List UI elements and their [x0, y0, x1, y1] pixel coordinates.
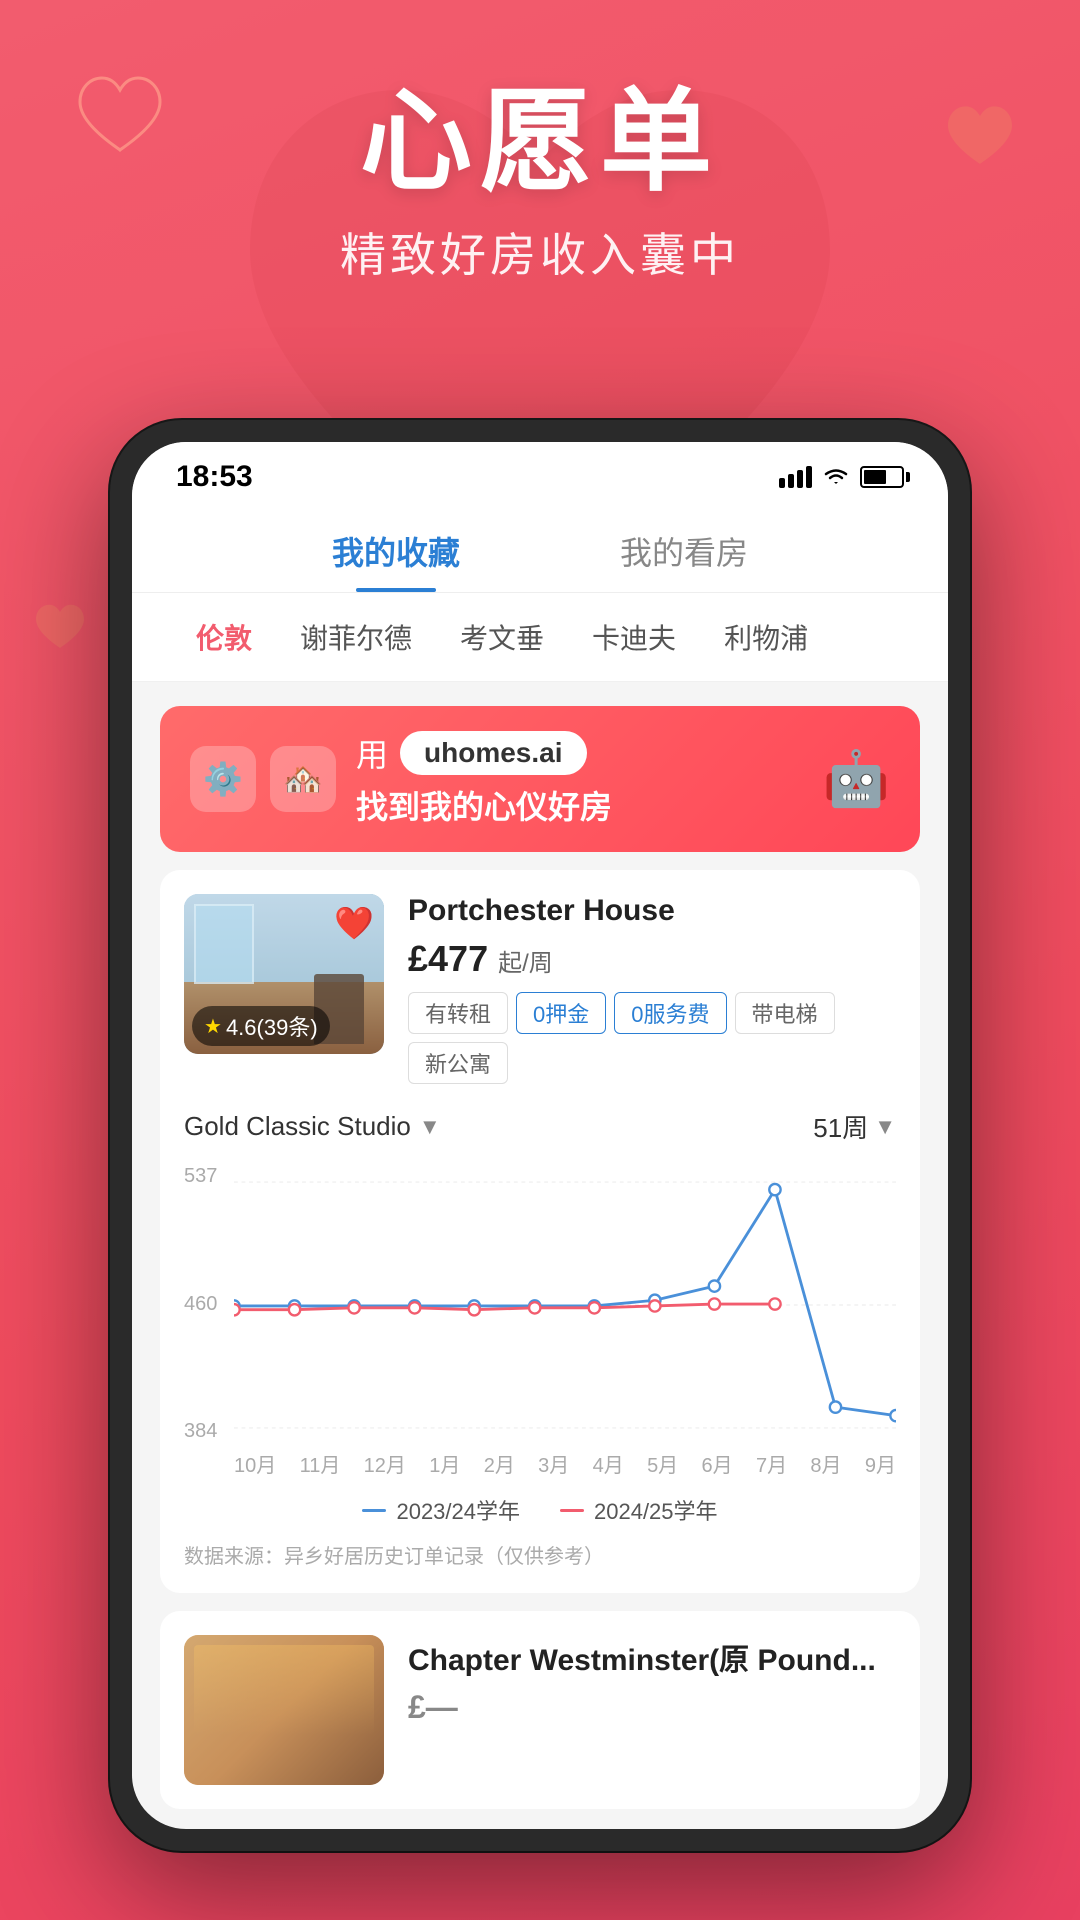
- property-card-2[interactable]: Chapter Westminster(原 Pound... £—: [160, 1611, 920, 1809]
- property-card-1[interactable]: ❤️ ★ 4.6(39条) Portchester House £477 起/周: [160, 870, 920, 1593]
- x-label-2: 12月: [364, 1449, 406, 1478]
- tag-deposit: 0押金: [516, 992, 606, 1034]
- property-info-2: Chapter Westminster(原 Pound... £—: [408, 1635, 896, 1785]
- city-liverpool[interactable]: 利物浦: [700, 611, 832, 663]
- tag-fee: 0服务费: [614, 992, 726, 1034]
- x-label-1: 11月: [300, 1449, 341, 1478]
- status-icons: [779, 466, 904, 488]
- legend-2425: 2024/25学年: [560, 1494, 718, 1526]
- banner-robot-icon: 🤖: [823, 748, 890, 811]
- selector-down-arrow: ▼: [419, 1114, 441, 1140]
- x-label-11: 9月: [865, 1449, 896, 1478]
- status-time: 18:53: [176, 460, 253, 494]
- x-label-8: 6月: [702, 1449, 733, 1478]
- city-cardiff[interactable]: 卡迪夫: [568, 611, 700, 663]
- chart-note: 数据来源：异乡好居历史订单记录（仅供参考）: [184, 1540, 896, 1569]
- tab-favorites[interactable]: 我的收藏: [252, 514, 540, 592]
- tabs-row: 我的收藏 我的看房: [132, 504, 948, 593]
- chart-area: 537 460 384: [184, 1165, 896, 1445]
- x-label-7: 5月: [647, 1449, 678, 1478]
- legend-dot-red: [560, 1509, 584, 1512]
- room-type-selector[interactable]: Gold Classic Studio ▼: [184, 1111, 441, 1142]
- phone-mockup: 18:53: [110, 420, 970, 1851]
- x-axis-labels: 10月 11月 12月 1月 2月 3月 4月 5月 6月 7月 8月 9月: [184, 1449, 896, 1478]
- tag-new: 新公寓: [408, 1042, 508, 1084]
- property-name-1: Portchester House: [408, 894, 896, 928]
- y-label-high: 537: [184, 1165, 230, 1188]
- property-tags-1: 有转租 0押金 0服务费 带电梯 新公寓: [408, 992, 896, 1084]
- tag-sublease: 有转租: [408, 992, 508, 1034]
- chart-container: Gold Classic Studio ▼ 51周 ▼ 537: [184, 1108, 896, 1569]
- period-down-arrow: ▼: [874, 1114, 896, 1140]
- price-chart-svg: [234, 1165, 896, 1445]
- app-title: 心愿单: [0, 80, 1080, 203]
- x-label-9: 7月: [756, 1449, 787, 1478]
- property-info-1: Portchester House £477 起/周 有转租 0押金 0服务费 …: [408, 894, 896, 1084]
- legend-2324: 2023/24学年: [362, 1494, 520, 1526]
- x-label-6: 4月: [593, 1449, 624, 1478]
- banner-prefix: 用: [356, 730, 388, 776]
- battery-icon: [860, 466, 904, 488]
- phone-screen: 18:53: [132, 442, 948, 1829]
- tag-elevator: 带电梯: [735, 992, 835, 1034]
- property-heart-icon[interactable]: ❤️: [334, 904, 374, 942]
- y-label-mid: 460: [184, 1293, 230, 1316]
- tab-viewings[interactable]: 我的看房: [540, 514, 828, 592]
- banner-suffix: 找到我的心仪好房: [356, 782, 803, 828]
- banner-filter-icon: ⚙️: [190, 746, 256, 812]
- x-label-0: 10月: [234, 1449, 276, 1478]
- city-filter: 伦敦 谢菲尔德 考文垂 卡迪夫 利物浦: [132, 593, 948, 682]
- x-label-4: 2月: [484, 1449, 515, 1478]
- city-coventry[interactable]: 考文垂: [436, 611, 568, 663]
- signal-icon: [779, 466, 812, 488]
- ai-banner[interactable]: ⚙️ 🏘️ 用 uhomes.ai 找到我的心仪好房 🤖: [160, 706, 920, 852]
- property-image-1: ❤️ ★ 4.6(39条): [184, 894, 384, 1054]
- app-subtitle: 精致好房收入囊中: [0, 219, 1080, 285]
- property-price-1: £477 起/周: [408, 938, 896, 980]
- y-label-low: 384: [184, 1420, 230, 1443]
- heart-decoration-bl: [30, 600, 90, 654]
- property-price-2: £—: [408, 1689, 896, 1726]
- banner-content: 用 uhomes.ai 找到我的心仪好房: [356, 730, 803, 828]
- star-icon: ★: [204, 1014, 222, 1039]
- legend-dot-blue: [362, 1509, 386, 1512]
- city-london[interactable]: 伦敦: [172, 611, 276, 663]
- x-label-5: 3月: [538, 1449, 569, 1478]
- property-rating: ★ 4.6(39条): [192, 1006, 330, 1046]
- x-label-10: 8月: [810, 1449, 841, 1478]
- property-image-2: [184, 1635, 384, 1785]
- banner-url: uhomes.ai: [400, 731, 586, 775]
- city-sheffield[interactable]: 谢菲尔德: [276, 611, 436, 663]
- status-bar: 18:53: [132, 442, 948, 504]
- property-name-2: Chapter Westminster(原 Pound...: [408, 1635, 896, 1679]
- wifi-icon: [822, 466, 850, 488]
- x-label-3: 1月: [429, 1449, 460, 1478]
- banner-grid-icon: 🏘️: [270, 746, 336, 812]
- phone-frame: 18:53: [110, 420, 970, 1851]
- chart-legend: 2023/24学年 2024/25学年: [184, 1494, 896, 1526]
- title-section: 心愿单 精致好房收入囊中: [0, 0, 1080, 285]
- period-selector[interactable]: 51周 ▼: [813, 1108, 896, 1145]
